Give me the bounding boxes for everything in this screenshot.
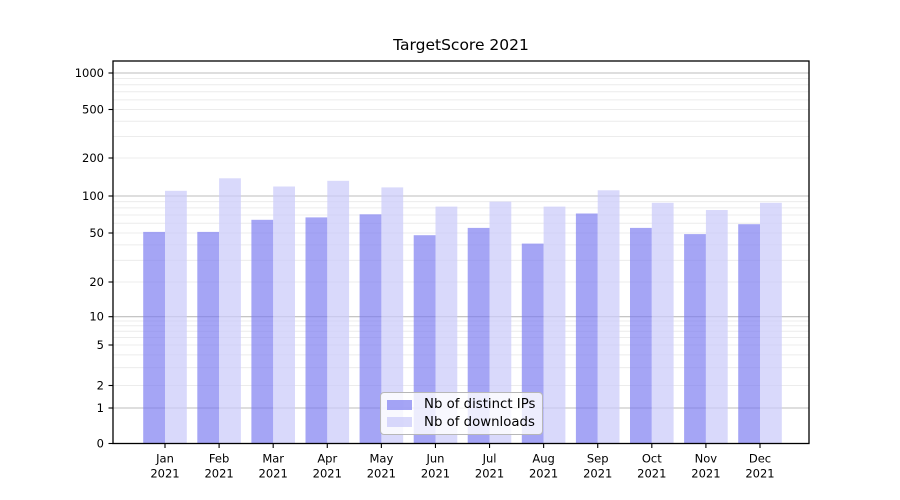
- legend-label-distinct-ips: Nb of distinct IPs: [424, 397, 536, 413]
- bar-distinct-ips-mar: [251, 219, 274, 444]
- x-axis-tick-label-month: Aug: [532, 452, 554, 466]
- x-axis-tick-label-month: Oct: [642, 452, 662, 466]
- x-axis-tick-label-year: 2021: [313, 467, 342, 481]
- bar-downloads-dec: [760, 202, 782, 444]
- bar-distinct-ips-jan: [143, 231, 165, 444]
- x-axis-tick-label-year: 2021: [421, 467, 450, 481]
- bar-downloads-nov: [705, 210, 728, 444]
- legend-swatch-distinct-ips: [387, 399, 412, 410]
- legend-label-downloads: Nb of downloads: [424, 414, 535, 430]
- x-axis-tick-label-month: Feb: [209, 452, 229, 466]
- bar-downloads-jan: [165, 190, 187, 444]
- x-axis-tick-label-month: Sep: [587, 452, 609, 466]
- bar-downloads-apr: [327, 180, 350, 444]
- bar-distinct-ips-oct: [630, 227, 652, 444]
- y-axis-tick-label: 500: [82, 103, 104, 117]
- legend-row-distinct-ips: Nb of distinct IPs: [387, 396, 536, 414]
- x-axis-tick-label-month: Nov: [695, 452, 718, 466]
- bar-downloads-mar: [273, 186, 295, 444]
- x-axis-tick-label-year: 2021: [150, 467, 179, 481]
- x-axis-tick-label-year: 2021: [204, 467, 233, 481]
- bar-downloads-aug: [543, 206, 566, 444]
- bar-downloads-feb: [219, 178, 241, 444]
- bar-distinct-ips-may: [359, 214, 382, 444]
- y-axis-tick-label: 5: [97, 338, 104, 352]
- bar-distinct-ips-sep: [575, 213, 598, 444]
- chart-canvas: 0 1 2 5 10 20 50 100 200 500 1000 Jan 2021 Feb 2021 Mar…: [0, 0, 900, 500]
- x-axis-tick-label-year: 2021: [367, 467, 396, 481]
- y-axis-tick-label: 2: [97, 379, 104, 393]
- y-axis-tick-label: 0: [97, 437, 104, 451]
- y-axis-tick-label: 1: [97, 401, 104, 415]
- x-axis-tick-label-year: 2021: [475, 467, 504, 481]
- x-axis-tick-label-year: 2021: [637, 467, 666, 481]
- x-axis-tick-label-year: 2021: [745, 467, 774, 481]
- bar-downloads-oct: [651, 202, 674, 444]
- legend-row-downloads: Nb of downloads: [387, 414, 535, 432]
- x-axis-tick-label-month: Mar: [262, 452, 284, 466]
- legend-swatch-downloads: [387, 417, 412, 428]
- y-axis-tick-label: 20: [89, 275, 104, 289]
- y-axis-tick-label: 100: [82, 189, 104, 203]
- bar-downloads-sep: [597, 190, 620, 444]
- x-axis-tick-label-month: Jan: [155, 452, 174, 466]
- x-axis-tick-label-month: Apr: [317, 452, 337, 466]
- x-axis-tick-label-month: Dec: [749, 452, 771, 466]
- y-axis-tick-label: 50: [89, 226, 104, 240]
- y-axis-tick-label: 1000: [75, 66, 104, 80]
- bar-distinct-ips-nov: [684, 234, 706, 444]
- x-axis-tick-label-year: 2021: [529, 467, 558, 481]
- x-axis-tick-label-year: 2021: [259, 467, 288, 481]
- bar-distinct-ips-dec: [738, 224, 760, 444]
- x-axis-tick-label-month: May: [369, 452, 393, 466]
- chart-legend: Nb of distinct IPs Nb of downloads: [380, 392, 543, 435]
- x-axis-tick-label-year: 2021: [691, 467, 720, 481]
- x-axis-tick-label-month: Jul: [482, 452, 497, 466]
- y-axis-tick-label: 200: [82, 151, 104, 165]
- bar-distinct-ips-apr: [305, 217, 328, 444]
- y-axis-tick-label: 10: [89, 310, 104, 324]
- x-axis-tick-label-year: 2021: [583, 467, 612, 481]
- x-axis-tick-label-month: Jun: [425, 452, 444, 466]
- bar-distinct-ips-feb: [197, 231, 220, 444]
- chart-title: TargetScore 2021: [393, 36, 529, 54]
